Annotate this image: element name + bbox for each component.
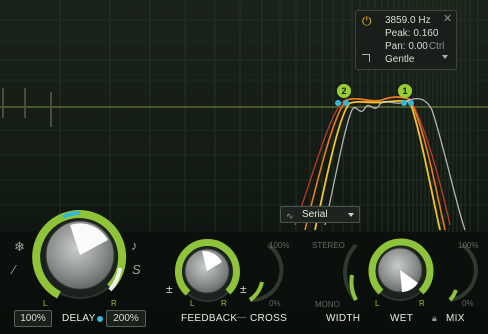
width-label: WIDTH (326, 313, 361, 324)
mix-label: MIX (446, 313, 465, 324)
cross-slider[interactable] (249, 243, 284, 303)
cross-scale-bottom: 0% (269, 299, 281, 308)
feedback-label: FEEDBACK (181, 313, 238, 324)
wet-channel-r: R (419, 299, 425, 308)
delay-left-value[interactable]: 100% (14, 310, 52, 327)
mono-label: MONO (315, 300, 340, 309)
delay-channel-l: L (43, 299, 48, 308)
delay-plugin-window: 2 1 ⏻ ✕ 3859.0 Hz Peak: 0.160 Pan: 0.00C… (0, 0, 488, 334)
wet-knob[interactable] (368, 238, 434, 301)
feedback-channel-l: L (190, 299, 195, 308)
plus-minus-icon[interactable]: ± (240, 282, 247, 296)
note-icon[interactable]: ♪ (131, 238, 138, 253)
feedback-channel-r: R (221, 299, 227, 308)
feedback-knob[interactable] (175, 239, 240, 302)
delay-channel-r: R (111, 299, 117, 308)
cross-scale-top: 100% (269, 241, 290, 250)
snowflake-icon[interactable]: ❄ (14, 239, 25, 255)
s-curve-icon[interactable]: S (132, 262, 141, 277)
stereo-label: STEREO (312, 241, 345, 250)
mix-scale-top: 100% (458, 241, 479, 250)
width-slider-fill (349, 274, 358, 301)
mix-scale-bottom: 0% (462, 299, 474, 308)
plus-minus-icon[interactable]: ± (166, 282, 173, 296)
delay-knob[interactable] (32, 210, 127, 299)
wand-icon[interactable]: ⁄ (13, 262, 15, 277)
delay-right-value[interactable]: 200% (106, 310, 146, 327)
lock-icon[interactable]: 🔒︎ (432, 313, 437, 324)
feedback-connector: — (236, 312, 247, 323)
delay-label: DELAY (62, 313, 96, 324)
wet-label: WET (390, 313, 414, 324)
cross-label: CROSS (250, 313, 288, 324)
delay-link-dot[interactable] (97, 316, 103, 322)
wet-channel-l: L (375, 299, 380, 308)
